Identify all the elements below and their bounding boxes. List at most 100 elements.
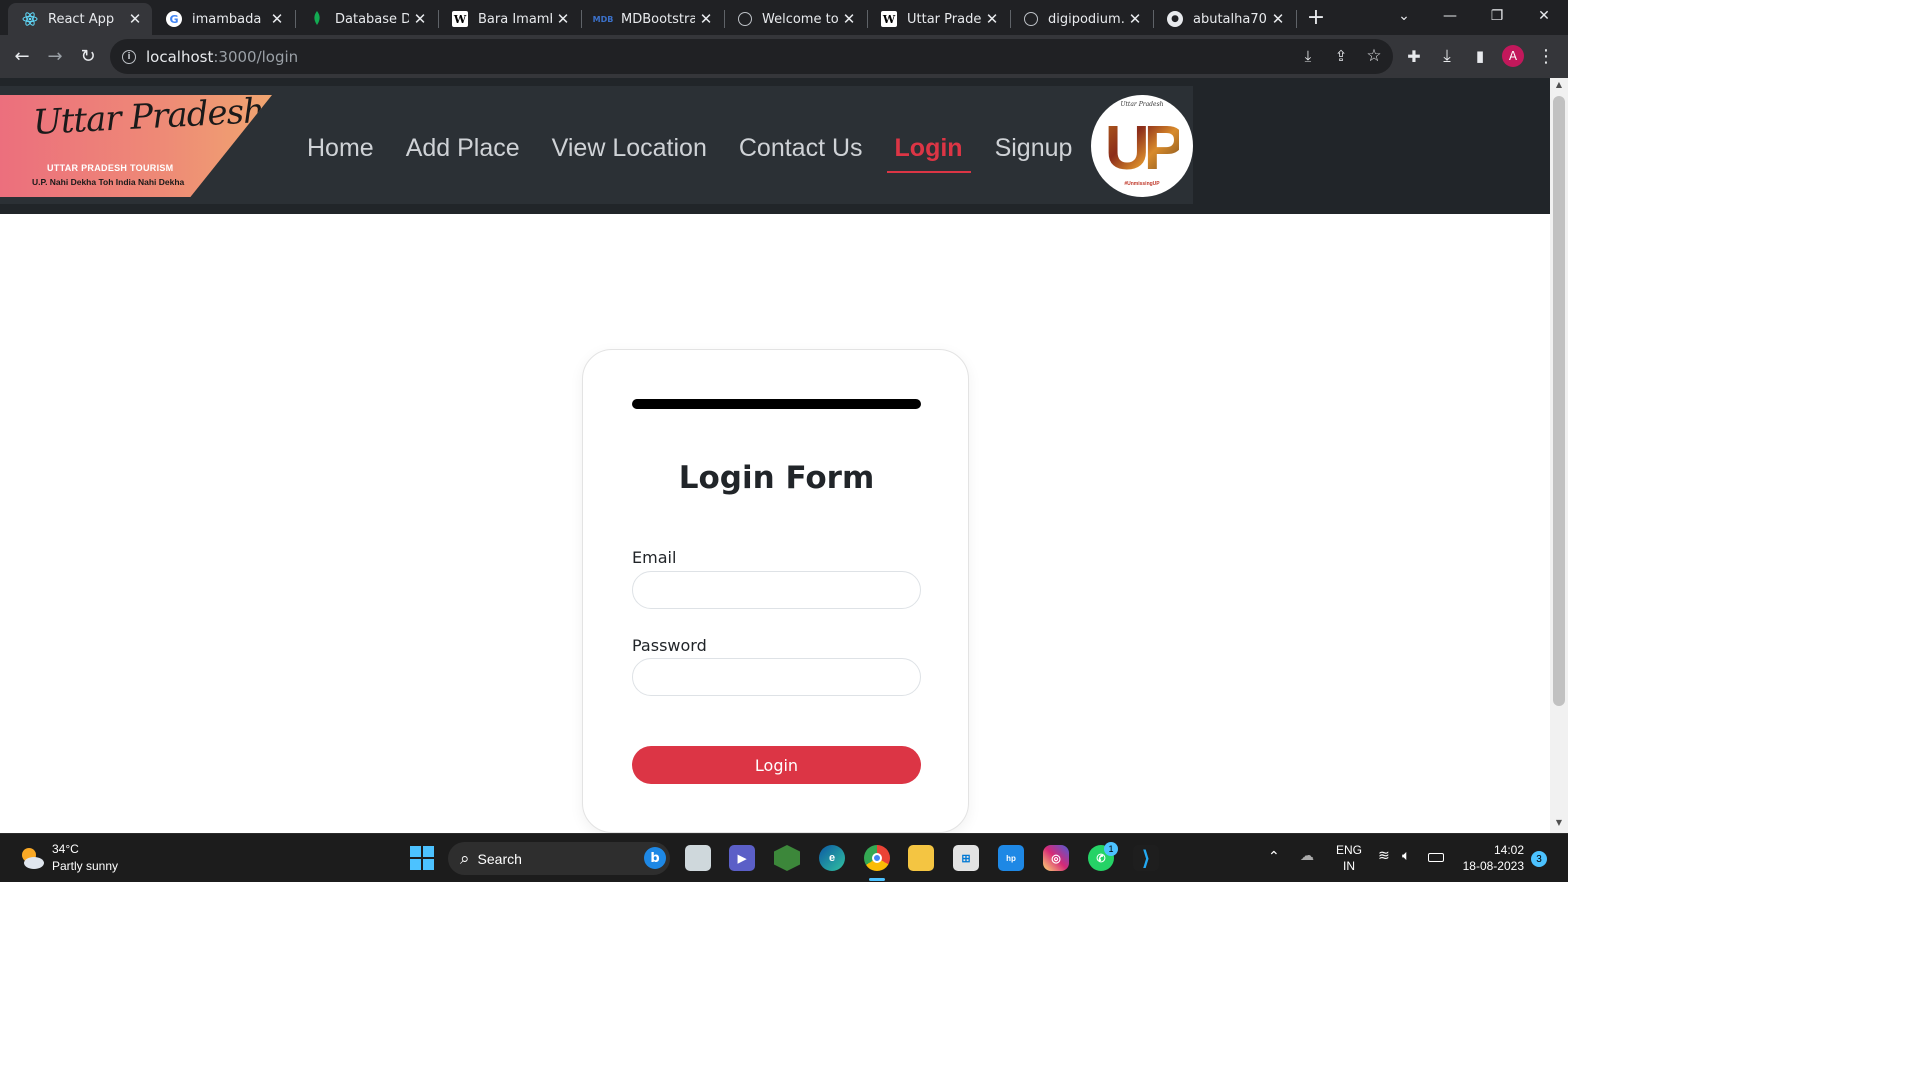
myhp-icon[interactable]: hp (998, 845, 1024, 871)
site-info-icon[interactable]: i (122, 49, 136, 64)
bing-icon: b (644, 847, 666, 869)
tab-title: MDBootstrap (621, 11, 695, 27)
edge-icon[interactable]: e (819, 845, 845, 871)
email-field[interactable] (632, 571, 921, 609)
tab-title: Database Dep (335, 11, 409, 27)
new-tab-button[interactable]: + (1303, 5, 1329, 31)
close-tab-icon[interactable]: ✕ (124, 10, 146, 28)
downloads-icon[interactable]: ⤓ (1435, 44, 1459, 68)
reload-icon[interactable]: ↻ (76, 44, 100, 68)
bookmark-star-icon[interactable]: ☆ (1362, 44, 1386, 68)
chrome-icon[interactable] (864, 845, 890, 871)
file-explorer-icon[interactable] (908, 845, 934, 871)
nav-link-view-location[interactable]: View Location (536, 124, 723, 173)
close-tab-icon[interactable]: ✕ (552, 10, 574, 28)
tab-bara-imambara[interactable]: W Bara Imambar ✕ (438, 3, 580, 35)
nav-link-signup[interactable]: Signup (979, 124, 1089, 173)
back-arrow-icon[interactable]: ← (10, 44, 34, 68)
install-app-icon[interactable]: ⤓ (1296, 44, 1320, 68)
nav-link-login[interactable]: Login (879, 124, 979, 173)
clock-date: 18-08-2023 (1462, 859, 1524, 873)
tab-uttar-pradesh[interactable]: W Uttar Pradesh ✕ (867, 3, 1009, 35)
scroll-down-arrow-icon[interactable]: ▼ (1553, 818, 1565, 827)
url-path: :3000/login (213, 47, 299, 66)
wikipedia-icon: W (881, 11, 897, 27)
close-tab-icon[interactable]: ✕ (695, 10, 717, 28)
language-indicator[interactable]: ENG IN (1336, 842, 1362, 874)
scroll-up-arrow-icon[interactable]: ▲ (1553, 80, 1565, 89)
vscode-icon[interactable]: ⟩ (1133, 845, 1159, 871)
up-logo-hashtag: #UnmissingUP (1124, 181, 1160, 187)
teams-chat-icon[interactable]: ▶ (729, 845, 755, 871)
mdb-icon: MDB (592, 14, 614, 24)
tab-digipodium[interactable]: digipodium.co ✕ (1010, 3, 1152, 35)
tab-title: digipodium.co (1048, 11, 1124, 27)
nav-link-contact-us[interactable]: Contact Us (723, 124, 879, 173)
close-tab-icon[interactable]: ✕ (1267, 10, 1289, 28)
clock[interactable]: 14:02 18-08-2023 (1456, 842, 1524, 874)
notification-count-badge[interactable]: 3 (1531, 851, 1547, 867)
microsoft-store-icon[interactable]: ⊞ (953, 845, 979, 871)
tray-overflow-chevron-icon[interactable]: ⌃ (1268, 849, 1280, 865)
extensions-puzzle-icon[interactable]: ✚ (1402, 44, 1426, 68)
scrollbar-thumb[interactable] (1553, 96, 1565, 706)
tab-database[interactable]: Database Dep ✕ (295, 3, 437, 35)
brand-script-text: Uttar Pradesh (32, 90, 265, 144)
minimize-button[interactable]: — (1430, 4, 1470, 28)
weather-description[interactable]: Partly sunny (52, 859, 118, 873)
battery-icon[interactable] (1428, 853, 1444, 862)
language-code: ENG (1336, 843, 1363, 857)
password-label: Password (632, 636, 707, 655)
taskbar-search[interactable]: ⌕ Search b (448, 842, 670, 875)
tab-react-app[interactable]: React App ✕ (8, 3, 152, 35)
share-icon[interactable]: ⇪ (1329, 44, 1353, 68)
weather-temperature[interactable]: 34°C (52, 842, 79, 856)
close-tab-icon[interactable]: ✕ (1124, 10, 1146, 28)
close-tab-icon[interactable]: ✕ (409, 10, 431, 28)
onedrive-icon[interactable]: ☁ (1300, 848, 1314, 864)
up-logo-script: Uttar Pradesh (1120, 101, 1164, 108)
region-code: IN (1343, 859, 1355, 873)
up-logo-text: UP (1104, 113, 1185, 183)
chrome-active-indicator (869, 878, 885, 881)
instagram-icon[interactable]: ◎ (1043, 845, 1069, 871)
tab-search-chevron-icon[interactable]: ⌄ (1384, 4, 1424, 28)
weather-partly-sunny-icon[interactable] (18, 844, 46, 872)
nav-link-home[interactable]: Home (291, 124, 390, 173)
search-icon: ⌕ (460, 848, 470, 869)
close-tab-icon[interactable]: ✕ (981, 10, 1003, 28)
wifi-icon[interactable]: ≋ (1378, 848, 1390, 864)
login-title: Login Form (678, 460, 875, 496)
email-label: Email (632, 548, 677, 567)
close-window-button[interactable]: ✕ (1524, 4, 1564, 28)
address-bar[interactable]: i localhost:3000/login (110, 39, 1393, 74)
windows-start-icon[interactable] (410, 846, 434, 870)
close-tab-icon[interactable]: ✕ (838, 10, 860, 28)
forward-arrow-icon[interactable]: → (43, 44, 67, 68)
login-button[interactable]: Login (632, 746, 921, 784)
mongodb-icon (309, 11, 325, 27)
tab-title: React App (48, 11, 115, 27)
nodejs-icon[interactable] (774, 845, 800, 871)
password-field[interactable] (632, 658, 921, 696)
close-tab-icon[interactable]: ✕ (266, 10, 288, 28)
task-view-icon[interactable] (685, 845, 711, 871)
profile-avatar[interactable]: A (1502, 45, 1524, 67)
tab-welcome[interactable]: Welcome to U ✕ (724, 3, 866, 35)
globe-icon (738, 12, 752, 26)
tab-google[interactable]: G imambada - G ✕ (152, 3, 294, 35)
restore-button[interactable]: ❐ (1477, 4, 1517, 28)
tab-github[interactable]: ● abutalha7071/ ✕ (1153, 3, 1295, 35)
clock-time: 14:02 (1493, 843, 1524, 857)
tab-title: abutalha7071/ (1193, 11, 1267, 27)
browser-tab-strip: React App ✕ G imambada - G ✕ Database De… (0, 0, 1568, 35)
nav-link-add-place[interactable]: Add Place (390, 124, 536, 173)
volume-icon[interactable]: 🔈︎ (1402, 848, 1410, 864)
search-label: Search (477, 850, 522, 867)
tab-mdbootstrap[interactable]: MDB MDBootstrap ✕ (581, 3, 723, 35)
side-panel-icon[interactable]: ▮ (1468, 44, 1492, 68)
up-circle-logo: Uttar Pradesh UP #UnmissingUP (1091, 95, 1193, 197)
site-navbar: Uttar Pradesh UTTAR PRADESH TOURISM U.P.… (0, 78, 1550, 214)
tab-title: Uttar Pradesh (907, 11, 981, 27)
menu-kebab-icon[interactable]: ⋮ (1534, 44, 1558, 68)
